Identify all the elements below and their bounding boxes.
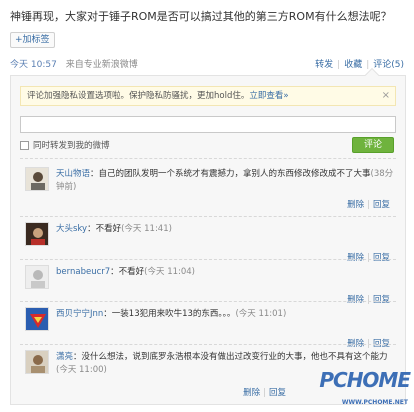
reply-link[interactable]: 回复	[373, 295, 390, 305]
separator: |	[367, 253, 370, 263]
post-actions: 转发 | 收藏 | 评论(5)	[315, 57, 404, 70]
forward-link[interactable]: 转发	[315, 60, 333, 70]
comment-actions: 删除 | 回复	[347, 293, 390, 305]
post-time[interactable]: 今天 10:57	[10, 60, 57, 70]
comment-item: bernabeucr7：不看好(今天 11:04) 删除 | 回复	[20, 265, 396, 313]
add-tag-button[interactable]: +加标签	[10, 32, 55, 48]
comment-username[interactable]: bernabeucr7	[56, 267, 110, 277]
pchome-watermark: PCHOME WWW.PCHOME.NET	[314, 366, 411, 406]
comment-link[interactable]: 评论(5)	[373, 60, 404, 70]
comment-time: (今天 11:00)	[56, 365, 107, 375]
comment-text: bernabeucr7：不看好(今天 11:04)	[56, 266, 396, 279]
post-source[interactable]: 来自专业新浪微博	[66, 60, 138, 70]
delete-link[interactable]: 删除	[347, 253, 364, 263]
notice-text: 评论加强隐私设置选项啦。保护隐私防骚扰，更加hold住。	[27, 91, 250, 101]
comment-actions: 删除 | 回复	[347, 251, 390, 263]
separator: |	[337, 60, 341, 70]
forward-checkbox-label: 同时转发到我的微博	[33, 141, 110, 151]
comment-username[interactable]: 天山物语	[56, 169, 90, 179]
comment-text: 大头sky：不看好(今天 11:41)	[56, 223, 396, 236]
watermark-logo: PCHOME	[319, 368, 411, 392]
separator: |	[367, 200, 370, 210]
comment-item: 西贝宁宁Jnn：一装13犯用来吹牛13的东西。。。(今天 11:01) 删除 | 回…	[20, 307, 396, 355]
divider	[20, 259, 396, 260]
divider	[20, 301, 396, 302]
comment-body: ：不看好	[110, 267, 145, 277]
comment-username[interactable]: 潇亮	[56, 352, 73, 362]
forward-option[interactable]: 同时转发到我的微博	[20, 139, 110, 151]
delete-link[interactable]: 删除	[243, 388, 260, 398]
delete-link[interactable]: 删除	[347, 200, 364, 210]
comment-body: ：自己的团队发明一个系统才有震撼力，拿别人的东西修改修改成不了大事	[90, 169, 371, 179]
comment-username[interactable]: 西贝宁宁Jnn	[56, 309, 103, 319]
watermark-url: WWW.PCHOME.NET	[341, 399, 408, 406]
comment-item: 天山物语：自己的团队发明一个系统才有震撼力，拿别人的东西修改修改成不了大事(38…	[20, 167, 396, 219]
post-meta: 今天 10:57 来自专业新浪微博	[10, 57, 138, 70]
comment-actions: 删除 | 回复	[347, 198, 390, 210]
comment-time: (今天 11:41)	[121, 224, 172, 234]
avatar[interactable]	[25, 307, 49, 331]
comment-time: (今天 11:04)	[144, 267, 196, 277]
notice-link[interactable]: 立即查看»	[249, 91, 288, 101]
divider	[20, 344, 396, 345]
avatar[interactable]	[25, 265, 49, 289]
comment-actions: 删除 | 回复	[347, 337, 390, 349]
favorite-link[interactable]: 收藏	[344, 60, 362, 70]
privacy-notice: 评论加强隐私设置选项啦。保护隐私防骚扰，更加hold住。立即查看» ×	[20, 86, 396, 106]
separator: |	[263, 388, 266, 398]
comment-actions: 删除 | 回复	[243, 386, 286, 398]
avatar[interactable]	[25, 222, 49, 246]
comment-body: ：不看好	[87, 224, 122, 234]
comment-username[interactable]: 大头sky	[56, 224, 87, 234]
post-text: 神锤再现，大家对于锤子ROM是否可以搞过其他的第三方ROM有什么想法呢？	[10, 10, 392, 23]
comment-body: ：一装13犯用来吹牛13的东西。。。	[103, 309, 236, 319]
submit-comment-button[interactable]: 评论	[352, 137, 394, 153]
close-icon[interactable]: ×	[382, 87, 390, 105]
divider	[20, 158, 396, 159]
panel-arrow	[364, 67, 380, 83]
reply-link[interactable]: 回复	[269, 388, 286, 398]
comment-text: 天山物语：自己的团队发明一个系统才有震撼力，拿别人的东西修改修改成不了大事(38…	[56, 168, 396, 194]
comment-body: ：没什么想法，说到底罗永浩根本没有做出过改变行业的大事，他也不具有这个能力	[73, 352, 388, 362]
avatar[interactable]	[25, 350, 49, 374]
reply-link[interactable]: 回复	[373, 253, 390, 263]
forward-checkbox[interactable]	[20, 140, 29, 150]
comment-panel: 评论加强隐私设置选项啦。保护隐私防骚扰，更加hold住。立即查看» × 同时转发…	[10, 67, 406, 405]
delete-link[interactable]: 删除	[347, 295, 364, 305]
comment-item: 大头sky：不看好(今天 11:41) 删除 | 回复	[20, 222, 396, 270]
comment-time: (今天 11:01)	[235, 309, 287, 319]
comment-input[interactable]	[20, 116, 396, 133]
reply-link[interactable]: 回复	[373, 200, 390, 210]
separator: |	[367, 295, 370, 305]
separator: |	[366, 60, 370, 70]
comment-text: 西贝宁宁Jnn：一装13犯用来吹牛13的东西。。。(今天 11:01)	[56, 308, 396, 321]
divider	[20, 216, 396, 217]
avatar[interactable]	[25, 167, 49, 191]
